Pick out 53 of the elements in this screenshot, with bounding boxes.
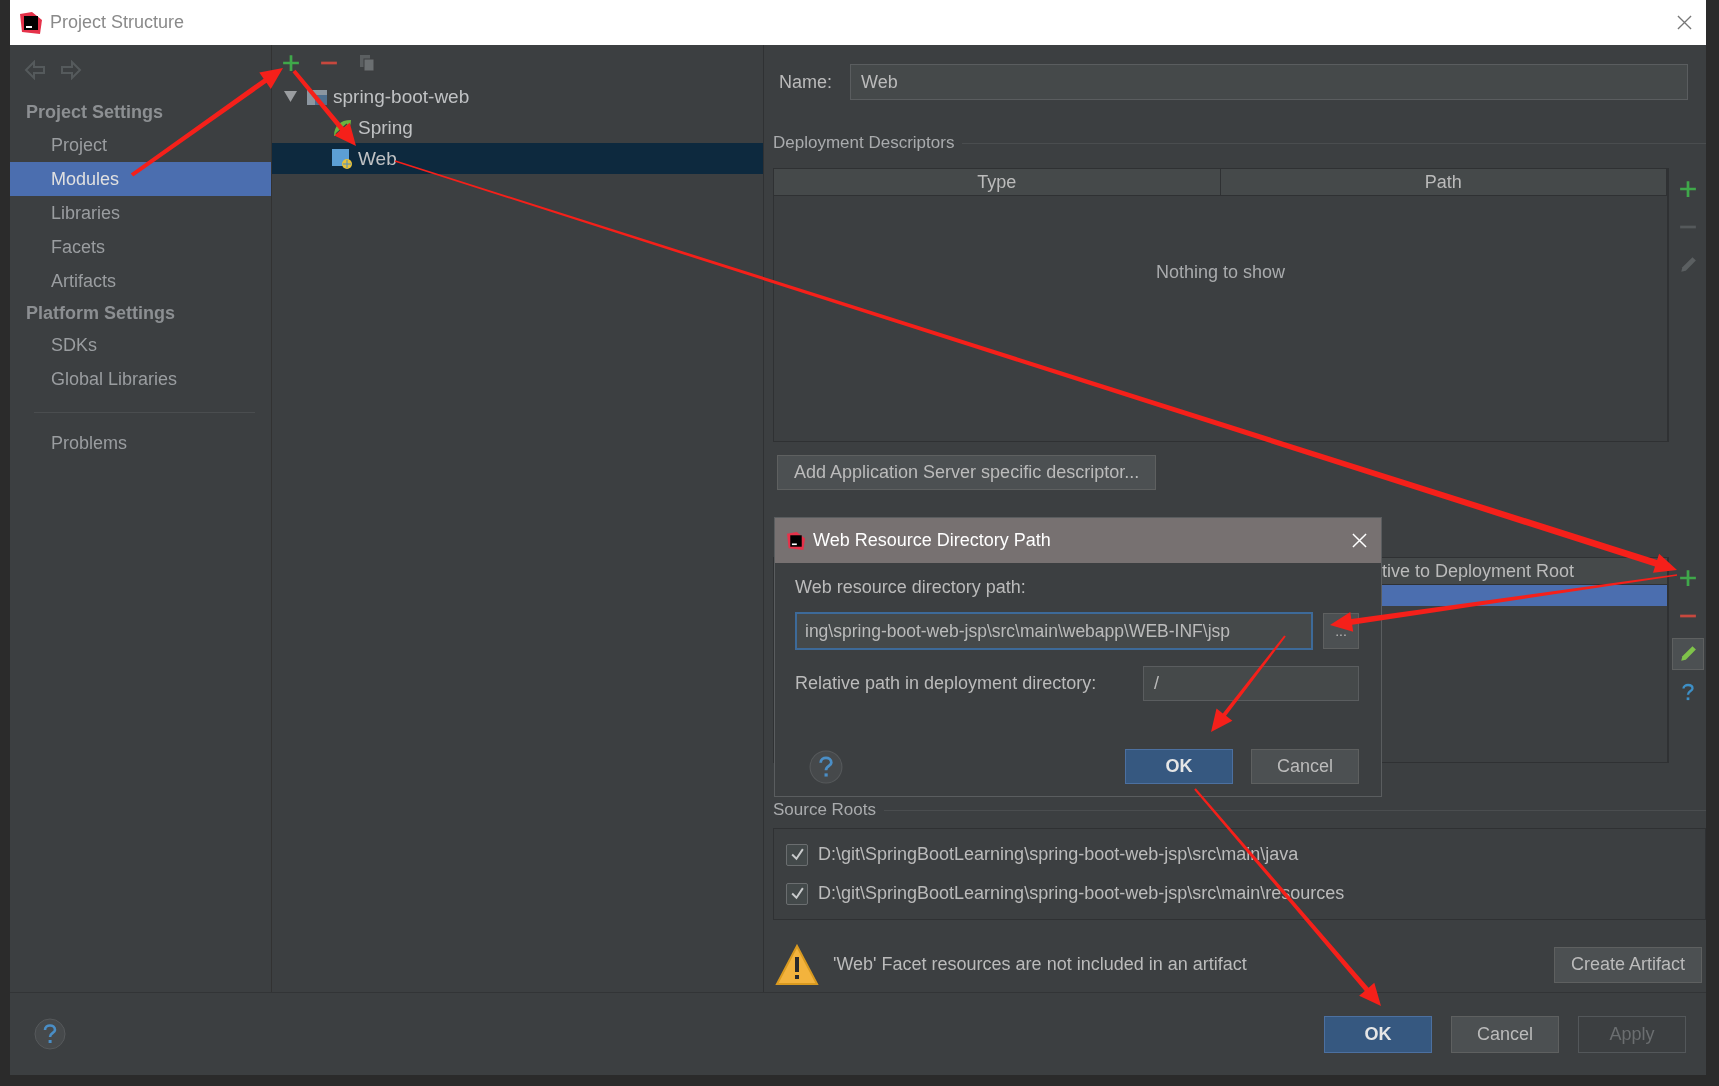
dialog-button[interactable]: Cancel: [1451, 1015, 1559, 1053]
checkbox[interactable]: [786, 843, 808, 866]
dialog-button[interactable]: Cancel: [1251, 749, 1359, 784]
column-header[interactable]: Path: [1220, 169, 1667, 195]
dialog-button[interactable]: OK: [1125, 749, 1233, 784]
checkmark-icon: [789, 886, 805, 901]
window-title: Project Structure: [50, 12, 185, 33]
dialog-button[interactable]: OK: [1324, 1015, 1432, 1053]
tree-row[interactable]: Web: [272, 143, 763, 174]
pencil-icon[interactable]: [1678, 256, 1697, 274]
section-header: Platform Settings: [25, 302, 177, 325]
add-icon[interactable]: [1678, 569, 1697, 587]
empty-message: Nothing to show: [1155, 262, 1286, 284]
checkbox[interactable]: [786, 882, 808, 905]
section-title: Source Roots: [773, 800, 876, 820]
help-icon[interactable]: [809, 749, 843, 784]
sidebar-item[interactable]: Global Libraries: [10, 362, 271, 396]
copy-icon[interactable]: [358, 54, 376, 72]
warning-icon: [775, 943, 819, 986]
sidebar-item[interactable]: Facets: [10, 230, 271, 264]
dialog-title: Web Resource Directory Path: [813, 530, 1051, 551]
checkmark-icon: [789, 847, 805, 862]
add-descriptor-button[interactable]: Add Application Server specific descriptor...: [777, 455, 1157, 490]
tree-item-label: Spring: [358, 116, 413, 139]
app-logo-icon: [787, 531, 805, 550]
path-label: Web resource directory path:: [795, 577, 1027, 598]
name-field[interactable]: Web: [850, 64, 1688, 100]
warning-message: 'Web' Facet resources are not included in an artifact: [833, 954, 1247, 975]
sidebar-item[interactable]: SDKs: [10, 328, 271, 362]
relative-path-field[interactable]: /: [1143, 666, 1359, 701]
column-header[interactable]: Type: [774, 169, 1221, 195]
sidebar-item[interactable]: Artifacts: [10, 264, 271, 298]
section-title: Deployment Descriptors: [773, 133, 955, 153]
relative-path-label: Relative path in deployment directory:: [795, 673, 1097, 694]
add-icon[interactable]: [282, 54, 300, 72]
section-header: Project Settings: [25, 101, 165, 124]
edit-button[interactable]: [1671, 638, 1704, 670]
name-label: Name:: [779, 71, 832, 93]
tree-item-label: Web: [358, 147, 397, 170]
web-facet-icon: [332, 148, 352, 169]
sidebar-item[interactable]: Problems: [10, 426, 271, 460]
sidebar-item[interactable]: Libraries: [10, 196, 271, 230]
expand-arrow-icon[interactable]: [284, 90, 297, 103]
tree-item-label: spring-boot-web: [333, 85, 470, 108]
add-icon[interactable]: [1678, 180, 1697, 198]
sidebar-item[interactable]: Project: [10, 128, 271, 162]
pencil-icon: [1678, 645, 1697, 663]
close-icon[interactable]: [1677, 15, 1692, 30]
sidebar-item[interactable]: Modules: [10, 162, 271, 196]
create-artifact-button[interactable]: Create Artifact: [1553, 946, 1702, 983]
app-logo-icon: [20, 11, 42, 34]
help-icon[interactable]: [34, 1018, 66, 1050]
path-field[interactable]: ing\spring-boot-web-jsp\src\main\webapp\WEB-INF\jsp: [795, 612, 1313, 650]
